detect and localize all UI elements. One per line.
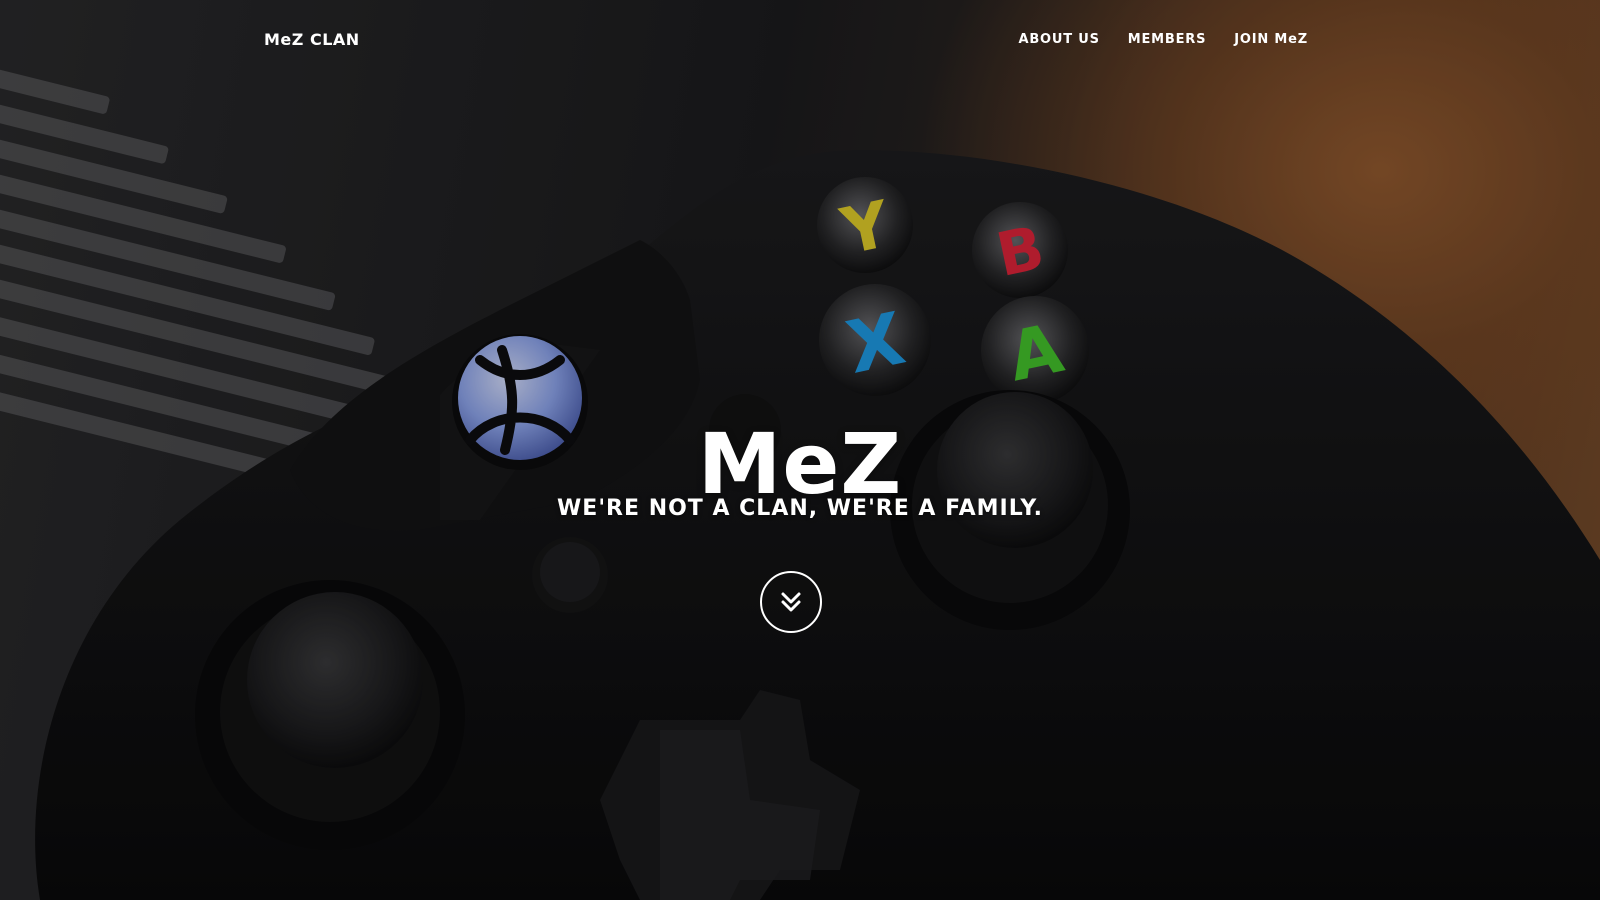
- hero-tagline: WE'RE NOT A CLAN, WE'RE A FAMILY.: [557, 496, 1043, 521]
- nav-link-join[interactable]: JOIN MeZ: [1234, 32, 1308, 47]
- top-navigation: MeZ CLAN ABOUT US MEMBERS JOIN MeZ: [0, 0, 1600, 84]
- nav-link-members[interactable]: MEMBERS: [1128, 32, 1207, 47]
- nav-links: ABOUT US MEMBERS JOIN MeZ: [1018, 32, 1308, 47]
- brand-logo-link[interactable]: MeZ CLAN: [264, 30, 360, 49]
- scroll-down-button[interactable]: [760, 571, 822, 633]
- nav-link-about-us[interactable]: ABOUT US: [1018, 32, 1099, 47]
- double-chevron-down-icon: [781, 592, 801, 612]
